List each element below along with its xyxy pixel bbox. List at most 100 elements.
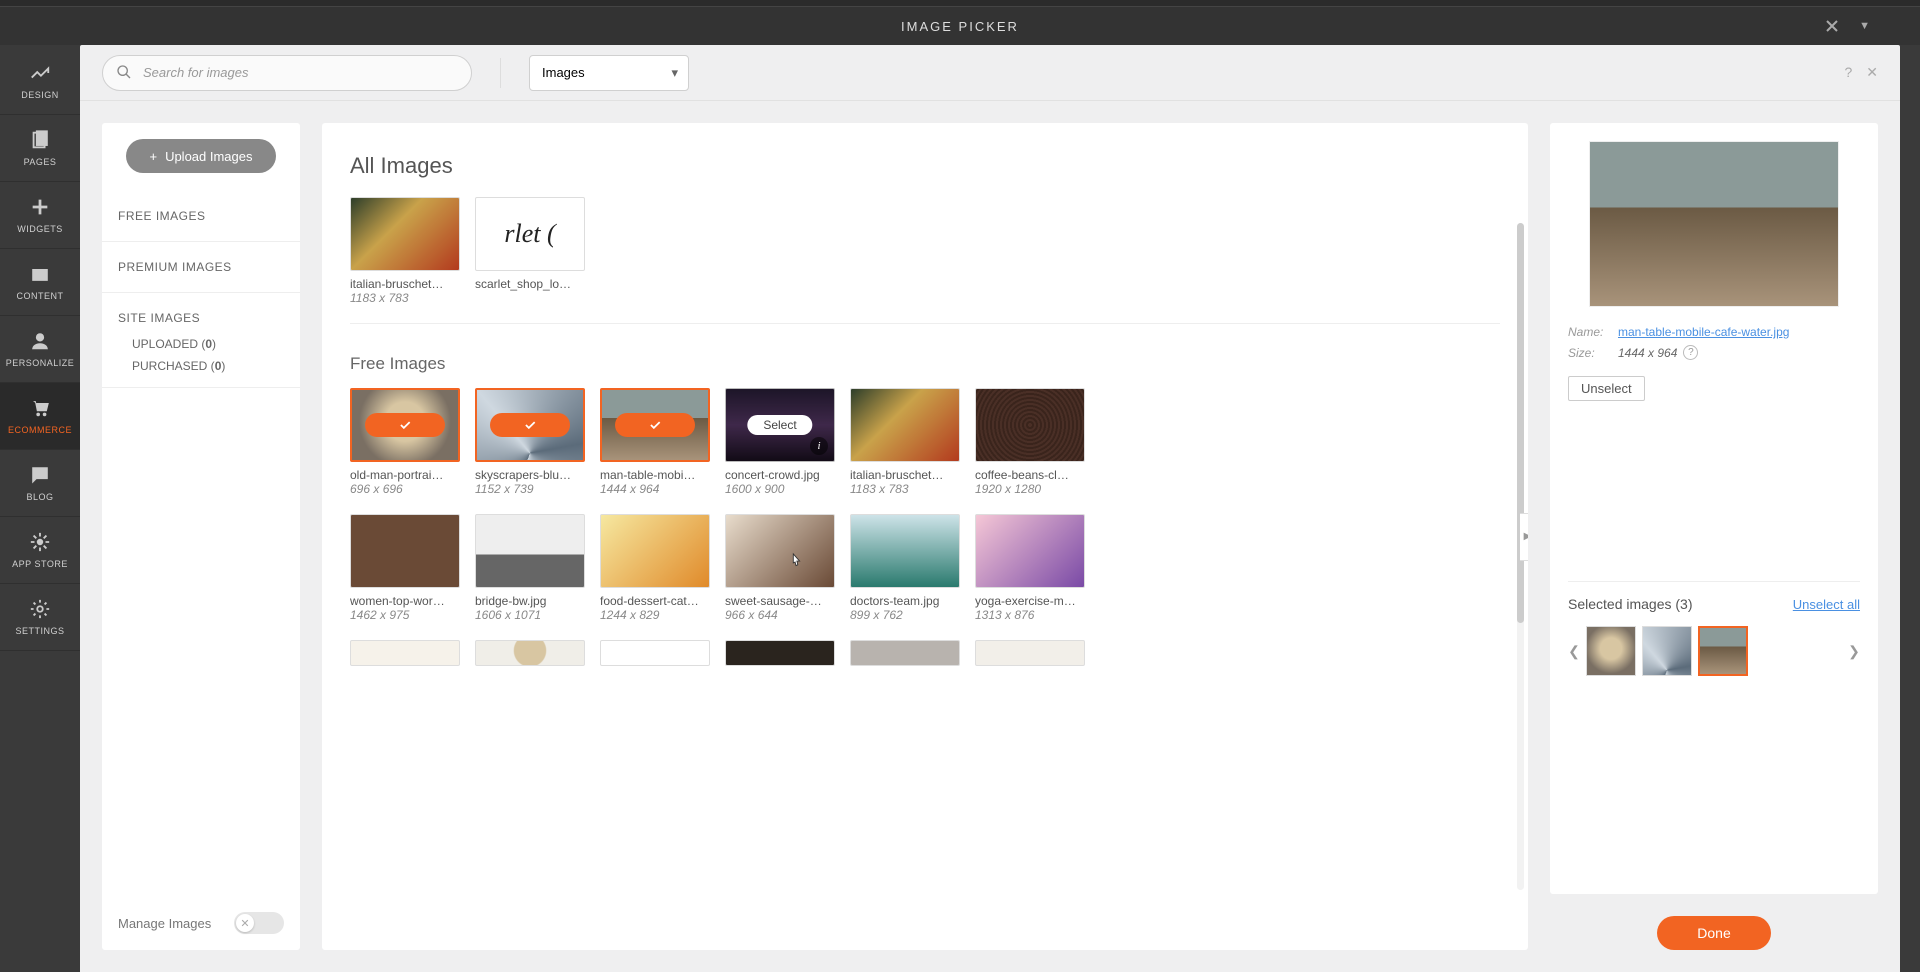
image-thumb[interactable] bbox=[600, 514, 710, 588]
sidebar: + Upload Images FREE IMAGES PREMIUM IMAG… bbox=[102, 123, 300, 950]
image-thumb[interactable] bbox=[350, 197, 460, 271]
rail-widgets[interactable]: WIDGETS bbox=[0, 182, 80, 249]
type-filter-select[interactable]: Images bbox=[529, 55, 689, 91]
done-button[interactable]: Done bbox=[1657, 916, 1770, 950]
preview-image bbox=[1589, 141, 1839, 307]
image-dimensions: 1606 x 1071 bbox=[475, 608, 585, 622]
preview-name-link[interactable]: man-table-mobile-cafe-water.jpg bbox=[1618, 325, 1789, 339]
image-thumb[interactable] bbox=[850, 640, 960, 666]
image-thumb[interactable] bbox=[350, 388, 460, 462]
strip-prev-icon[interactable]: ❮ bbox=[1568, 643, 1580, 660]
modal-expand-icon[interactable]: ▼ bbox=[1859, 7, 1870, 45]
manage-images-toggle[interactable]: ✕ bbox=[234, 912, 284, 934]
image-card: man-table-mobi…1444 x 964 bbox=[600, 388, 710, 496]
divider bbox=[350, 323, 1500, 324]
modal-close-icon[interactable] bbox=[1824, 7, 1840, 45]
image-dimensions: 899 x 762 bbox=[850, 608, 960, 622]
strip-next-icon[interactable]: ❯ bbox=[1848, 643, 1860, 660]
selected-images-title: Selected images (3) bbox=[1568, 596, 1693, 612]
manage-images-label: Manage Images bbox=[118, 916, 211, 931]
rail-settings[interactable]: SETTINGS bbox=[0, 584, 80, 651]
rail-ecommerce[interactable]: ECOMMERCE bbox=[0, 383, 80, 450]
gallery: ▶ All Images italian-bruschet…1183 x 783… bbox=[322, 123, 1528, 950]
image-thumb[interactable]: Select i bbox=[725, 388, 835, 462]
selected-badge bbox=[615, 413, 695, 437]
selected-badge bbox=[490, 413, 570, 437]
image-thumb[interactable] bbox=[475, 640, 585, 666]
expand-gallery-icon[interactable]: ▶ bbox=[1520, 513, 1528, 561]
selected-thumb[interactable] bbox=[1698, 626, 1748, 676]
image-dimensions: 1920 x 1280 bbox=[975, 482, 1085, 496]
help-icon[interactable]: ? bbox=[1844, 64, 1852, 81]
image-card: coffee-beans-cl…1920 x 1280 bbox=[975, 388, 1085, 496]
image-thumb[interactable] bbox=[975, 514, 1085, 588]
image-dimensions: 1313 x 876 bbox=[975, 608, 1085, 622]
unselect-button[interactable]: Unselect bbox=[1568, 376, 1645, 401]
image-card: skyscrapers-blu…1152 x 739 bbox=[475, 388, 585, 496]
upload-images-button[interactable]: + Upload Images bbox=[126, 139, 276, 173]
image-dimensions: 1462 x 975 bbox=[350, 608, 460, 622]
sidebar-free-images[interactable]: FREE IMAGES bbox=[102, 191, 300, 242]
image-name: concert-crowd.jpg bbox=[725, 468, 835, 482]
image-dimensions: 1444 x 964 bbox=[600, 482, 710, 496]
search-icon bbox=[116, 64, 132, 83]
unselect-all-link[interactable]: Unselect all bbox=[1793, 597, 1860, 612]
image-card: food-dessert-cat…1244 x 829 bbox=[600, 514, 710, 622]
image-name: doctors-team.jpg bbox=[850, 594, 960, 608]
selected-badge bbox=[365, 413, 445, 437]
image-picker-modal: Images ? ✕ + Upload Images FREE IMAGES P… bbox=[80, 45, 1900, 972]
image-thumb[interactable] bbox=[975, 640, 1085, 666]
image-card: yoga-exercise-m…1313 x 876 bbox=[975, 514, 1085, 622]
image-card: italian-bruschet…1183 x 783 bbox=[850, 388, 960, 496]
rail-appstore[interactable]: APP STORE bbox=[0, 517, 80, 584]
sidebar-uploaded[interactable]: UPLOADED (0) bbox=[102, 333, 300, 355]
image-thumb[interactable]: rlet ( bbox=[475, 197, 585, 271]
rail-content[interactable]: CONTENT bbox=[0, 249, 80, 316]
rail-pages[interactable]: PAGES bbox=[0, 115, 80, 182]
selected-thumb[interactable] bbox=[1586, 626, 1636, 676]
close-icon[interactable]: ✕ bbox=[1866, 64, 1878, 81]
image-name: women-top-wor… bbox=[350, 594, 460, 608]
image-thumb[interactable] bbox=[600, 388, 710, 462]
separator bbox=[500, 58, 501, 88]
left-rail: DESIGN PAGES WIDGETS CONTENT PERSONALIZE… bbox=[0, 48, 80, 972]
image-thumb[interactable] bbox=[975, 388, 1085, 462]
image-name: scarlet_shop_lo… bbox=[475, 277, 585, 291]
image-card: Selecticoncert-crowd.jpg1600 x 900 bbox=[725, 388, 835, 496]
select-pill[interactable]: Select bbox=[747, 415, 812, 435]
rail-design[interactable]: DESIGN bbox=[0, 48, 80, 115]
image-thumb[interactable] bbox=[600, 640, 710, 666]
image-name: food-dessert-cat… bbox=[600, 594, 710, 608]
image-thumb[interactable] bbox=[350, 640, 460, 666]
help-icon[interactable]: ? bbox=[1683, 345, 1698, 360]
image-name: yoga-exercise-m… bbox=[975, 594, 1085, 608]
image-thumb[interactable] bbox=[350, 514, 460, 588]
image-thumb[interactable] bbox=[475, 514, 585, 588]
image-name: man-table-mobi… bbox=[600, 468, 710, 482]
rail-personalize[interactable]: PERSONALIZE bbox=[0, 316, 80, 383]
image-dimensions: 1183 x 783 bbox=[350, 291, 460, 305]
image-name: italian-bruschet… bbox=[350, 277, 460, 291]
image-thumb[interactable] bbox=[725, 640, 835, 666]
preview-size: 1444 x 964 bbox=[1618, 346, 1677, 360]
rail-blog[interactable]: BLOG bbox=[0, 450, 80, 517]
free-images-heading: Free Images bbox=[350, 354, 1500, 374]
all-images-heading: All Images bbox=[350, 153, 1500, 179]
sidebar-purchased[interactable]: PURCHASED (0) bbox=[102, 355, 300, 388]
image-dimensions: 1152 x 739 bbox=[475, 482, 585, 496]
image-thumb[interactable] bbox=[475, 388, 585, 462]
image-card bbox=[475, 640, 585, 666]
image-card bbox=[350, 640, 460, 666]
image-thumb[interactable] bbox=[850, 388, 960, 462]
image-card: doctors-team.jpg899 x 762 bbox=[850, 514, 960, 622]
image-thumb[interactable] bbox=[850, 514, 960, 588]
sidebar-site-images[interactable]: SITE IMAGES bbox=[102, 293, 300, 333]
image-name: sweet-sausage-… bbox=[725, 594, 835, 608]
image-dimensions: 1183 x 783 bbox=[850, 482, 960, 496]
sidebar-premium-images[interactable]: PREMIUM IMAGES bbox=[102, 242, 300, 293]
selected-thumb[interactable] bbox=[1642, 626, 1692, 676]
modal-toolbar: Images ? ✕ bbox=[80, 45, 1900, 101]
search-input[interactable] bbox=[102, 55, 472, 91]
image-thumb[interactable] bbox=[725, 514, 835, 588]
info-icon[interactable]: i bbox=[810, 437, 828, 455]
